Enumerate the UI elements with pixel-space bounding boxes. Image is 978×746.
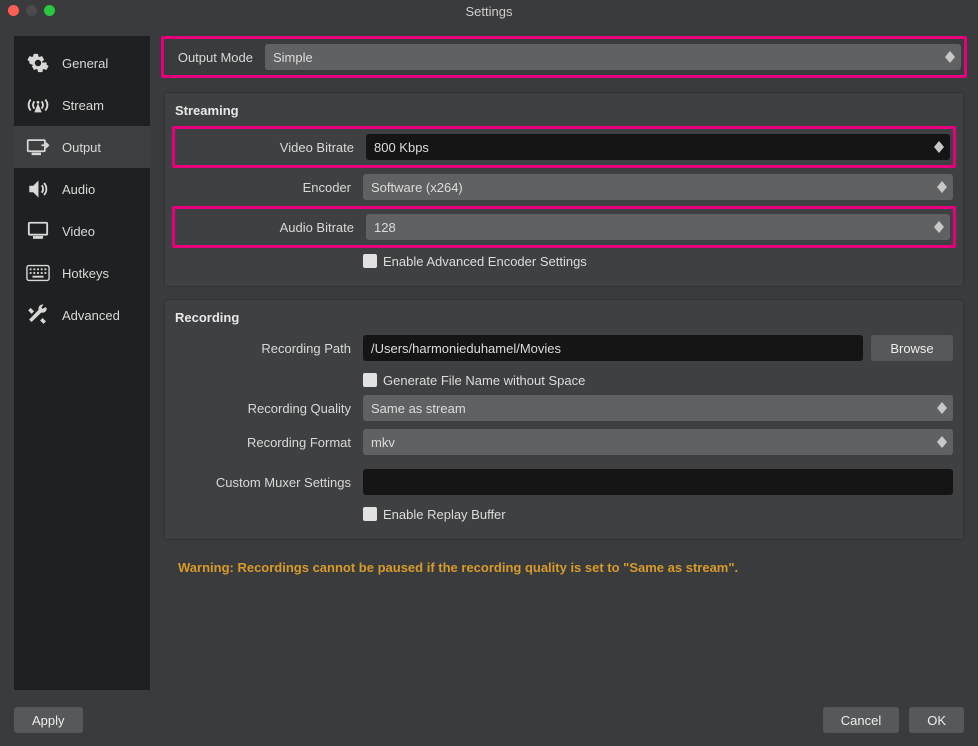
stepper-icon bbox=[932, 137, 946, 157]
video-bitrate-label: Video Bitrate bbox=[178, 140, 358, 155]
cancel-button[interactable]: Cancel bbox=[823, 707, 899, 733]
stepper-icon bbox=[935, 177, 949, 197]
streaming-section: Streaming Video Bitrate 800 Kbps bbox=[164, 92, 964, 287]
video-bitrate-value: 800 Kbps bbox=[374, 140, 429, 155]
replay-buffer-checkbox[interactable] bbox=[363, 507, 377, 521]
titlebar: Settings bbox=[0, 0, 978, 22]
audio-bitrate-dropdown[interactable]: 128 bbox=[366, 214, 950, 240]
settings-window: Settings General Stream Output bbox=[0, 0, 978, 746]
muxer-label: Custom Muxer Settings bbox=[175, 475, 355, 490]
sidebar-item-audio[interactable]: Audio bbox=[14, 168, 150, 210]
ok-button[interactable]: OK bbox=[909, 707, 964, 733]
replay-buffer-label: Enable Replay Buffer bbox=[383, 507, 506, 522]
window-title: Settings bbox=[466, 4, 513, 19]
sidebar-item-label: Stream bbox=[62, 98, 104, 113]
recording-format-dropdown[interactable]: mkv bbox=[363, 429, 953, 455]
audio-bitrate-label: Audio Bitrate bbox=[178, 220, 358, 235]
body: General Stream Output Audio bbox=[0, 22, 978, 704]
minimize-window-button[interactable] bbox=[26, 5, 37, 16]
recording-path-label: Recording Path bbox=[175, 341, 355, 356]
sidebar-item-advanced[interactable]: Advanced bbox=[14, 294, 150, 336]
gen-no-space-checkbox[interactable] bbox=[363, 373, 377, 387]
close-window-button[interactable] bbox=[8, 5, 19, 16]
recording-title: Recording bbox=[175, 308, 953, 333]
gen-no-space-label: Generate File Name without Space bbox=[383, 373, 585, 388]
recording-quality-dropdown[interactable]: Same as stream bbox=[363, 395, 953, 421]
keyboard-icon bbox=[24, 262, 52, 284]
output-mode-label: Output Mode bbox=[167, 50, 257, 65]
recording-section: Recording Recording Path Browse Generate… bbox=[164, 299, 964, 540]
sidebar-item-label: Hotkeys bbox=[62, 266, 109, 281]
warning-text: Warning: Recordings cannot be paused if … bbox=[164, 552, 964, 583]
window-controls bbox=[8, 5, 55, 16]
recording-path-input[interactable] bbox=[363, 335, 863, 361]
sidebar-item-output[interactable]: Output bbox=[14, 126, 150, 168]
enable-advanced-checkbox[interactable] bbox=[363, 254, 377, 268]
encoder-label: Encoder bbox=[175, 180, 355, 195]
tools-icon bbox=[24, 304, 52, 326]
gen-no-space-row: Generate File Name without Space bbox=[175, 367, 953, 393]
muxer-input[interactable] bbox=[363, 469, 953, 495]
sidebar-item-label: General bbox=[62, 56, 108, 71]
browse-button[interactable]: Browse bbox=[871, 335, 953, 361]
audio-bitrate-highlight: Audio Bitrate 128 bbox=[172, 206, 956, 248]
output-icon bbox=[24, 136, 52, 158]
enable-advanced-label: Enable Advanced Encoder Settings bbox=[383, 254, 587, 269]
speaker-icon bbox=[24, 178, 52, 200]
encoder-dropdown[interactable]: Software (x264) bbox=[363, 174, 953, 200]
audio-bitrate-value: 128 bbox=[374, 220, 396, 235]
enable-advanced-row: Enable Advanced Encoder Settings bbox=[175, 248, 953, 274]
maximize-window-button[interactable] bbox=[44, 5, 55, 16]
stepper-icon bbox=[935, 432, 949, 452]
antenna-icon bbox=[24, 94, 52, 116]
output-mode-value: Simple bbox=[273, 50, 313, 65]
sidebar-item-general[interactable]: General bbox=[14, 42, 150, 84]
monitor-icon bbox=[24, 220, 52, 242]
footer: Apply Cancel OK bbox=[0, 704, 978, 746]
video-bitrate-highlight: Video Bitrate 800 Kbps bbox=[172, 126, 956, 168]
recording-format-value: mkv bbox=[371, 435, 395, 450]
sidebar: General Stream Output Audio bbox=[14, 36, 150, 690]
recording-format-label: Recording Format bbox=[175, 435, 355, 450]
output-mode-dropdown[interactable]: Simple bbox=[265, 44, 961, 70]
streaming-title: Streaming bbox=[175, 101, 953, 126]
gear-icon bbox=[24, 52, 52, 74]
stepper-icon bbox=[935, 398, 949, 418]
video-bitrate-input[interactable]: 800 Kbps bbox=[366, 134, 950, 160]
apply-button[interactable]: Apply bbox=[14, 707, 83, 733]
sidebar-item-hotkeys[interactable]: Hotkeys bbox=[14, 252, 150, 294]
recording-quality-value: Same as stream bbox=[371, 401, 466, 416]
sidebar-item-video[interactable]: Video bbox=[14, 210, 150, 252]
sidebar-item-label: Advanced bbox=[62, 308, 120, 323]
sidebar-item-label: Video bbox=[62, 224, 95, 239]
content-area: Output Mode Simple Streaming Video Bitra… bbox=[164, 36, 964, 690]
stepper-icon bbox=[943, 47, 957, 67]
recording-quality-label: Recording Quality bbox=[175, 401, 355, 416]
replay-buffer-row: Enable Replay Buffer bbox=[175, 501, 953, 527]
output-mode-highlight: Output Mode Simple bbox=[161, 36, 967, 78]
encoder-value: Software (x264) bbox=[371, 180, 463, 195]
sidebar-item-stream[interactable]: Stream bbox=[14, 84, 150, 126]
sidebar-item-label: Audio bbox=[62, 182, 95, 197]
stepper-icon bbox=[932, 217, 946, 237]
sidebar-item-label: Output bbox=[62, 140, 101, 155]
